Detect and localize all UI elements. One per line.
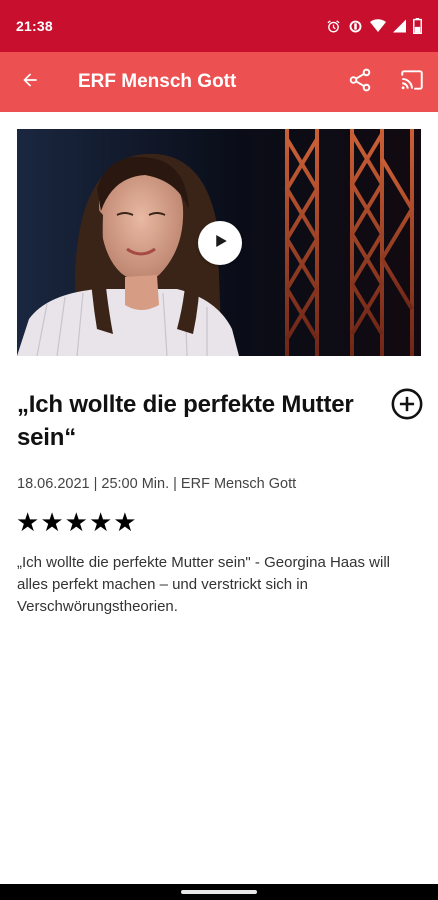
share-button[interactable]	[334, 52, 386, 112]
title-row: „Ich wollte die perfekte Mutter sein“	[17, 388, 423, 454]
video-player[interactable]	[17, 129, 421, 356]
star-icon: ★	[40, 507, 64, 537]
back-button[interactable]	[0, 52, 60, 112]
add-to-list-button[interactable]	[389, 388, 425, 424]
star-icon: ★	[88, 507, 113, 537]
episode-meta: 18.06.2021 | 25:00 Min. | ERF Mensch Got…	[17, 476, 297, 492]
app-bar: ERF Mensch Gott	[0, 52, 438, 112]
play-button[interactable]	[198, 221, 242, 265]
alarm-icon	[326, 19, 341, 34]
wifi-icon	[370, 19, 386, 33]
share-icon	[347, 67, 373, 98]
signal-icon	[393, 19, 406, 33]
cast-icon	[399, 67, 425, 98]
play-icon	[211, 232, 229, 255]
star-icon: ★	[113, 507, 137, 537]
episode-title: „Ich wollte die perfekte Mutter sein“	[17, 391, 354, 451]
arrow-back-icon	[20, 70, 40, 95]
app-title: ERF Mensch Gott	[78, 71, 237, 92]
status-time: 21:38	[16, 18, 53, 34]
data-saver-icon	[348, 19, 363, 34]
episode-description: „Ich wollte die perfekte Mutter sein" - …	[17, 554, 390, 615]
status-bar: 21:38	[0, 0, 438, 52]
cast-button[interactable]	[386, 52, 438, 112]
status-icons	[326, 18, 422, 34]
star-icon: ★	[64, 507, 88, 537]
star-icon: ★	[16, 507, 40, 537]
star-rating: ★ ★ ★ ★ ★	[16, 508, 137, 536]
app-actions	[334, 52, 438, 112]
battery-icon	[413, 18, 422, 34]
add-circle-icon	[390, 387, 424, 426]
home-gesture-handle[interactable]	[181, 890, 257, 894]
